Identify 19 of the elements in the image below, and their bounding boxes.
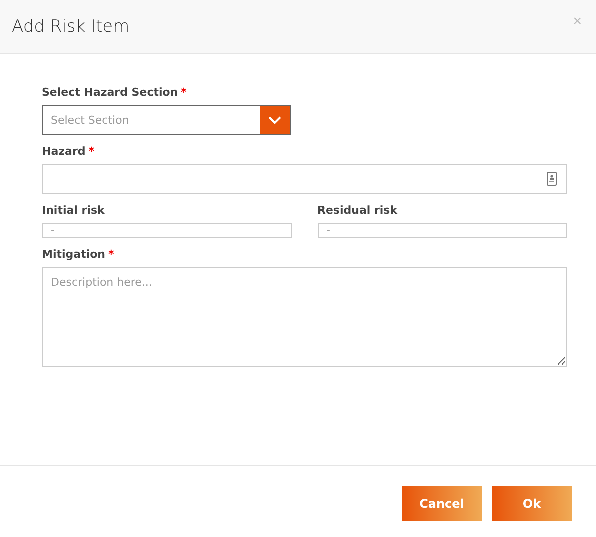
field-label: Mitigation bbox=[42, 248, 106, 261]
contact-card-icon bbox=[547, 172, 557, 186]
risk-field[interactable]: - bbox=[42, 223, 292, 238]
mitigation-textarea[interactable]: Description here... bbox=[42, 267, 567, 367]
required-asterisk: * bbox=[181, 86, 187, 99]
hazard-field[interactable] bbox=[42, 164, 567, 194]
field-label: Initial risk bbox=[42, 204, 105, 217]
risk-field[interactable]: - bbox=[318, 223, 567, 238]
cancel-button[interactable]: Cancel bbox=[402, 486, 482, 521]
field-label: Residual risk bbox=[318, 204, 398, 217]
section-select[interactable]: Select Section bbox=[42, 105, 291, 135]
field-label: Hazard bbox=[42, 145, 86, 158]
field-label: Select Hazard Section bbox=[42, 86, 178, 99]
required-asterisk: * bbox=[88, 145, 95, 158]
required-asterisk: * bbox=[108, 248, 114, 261]
close-button[interactable]: × bbox=[573, 13, 582, 30]
dialog-title: Add Risk Item bbox=[12, 16, 130, 36]
ok-button[interactable]: Ok bbox=[492, 486, 572, 521]
chevron-down-icon bbox=[268, 116, 282, 124]
